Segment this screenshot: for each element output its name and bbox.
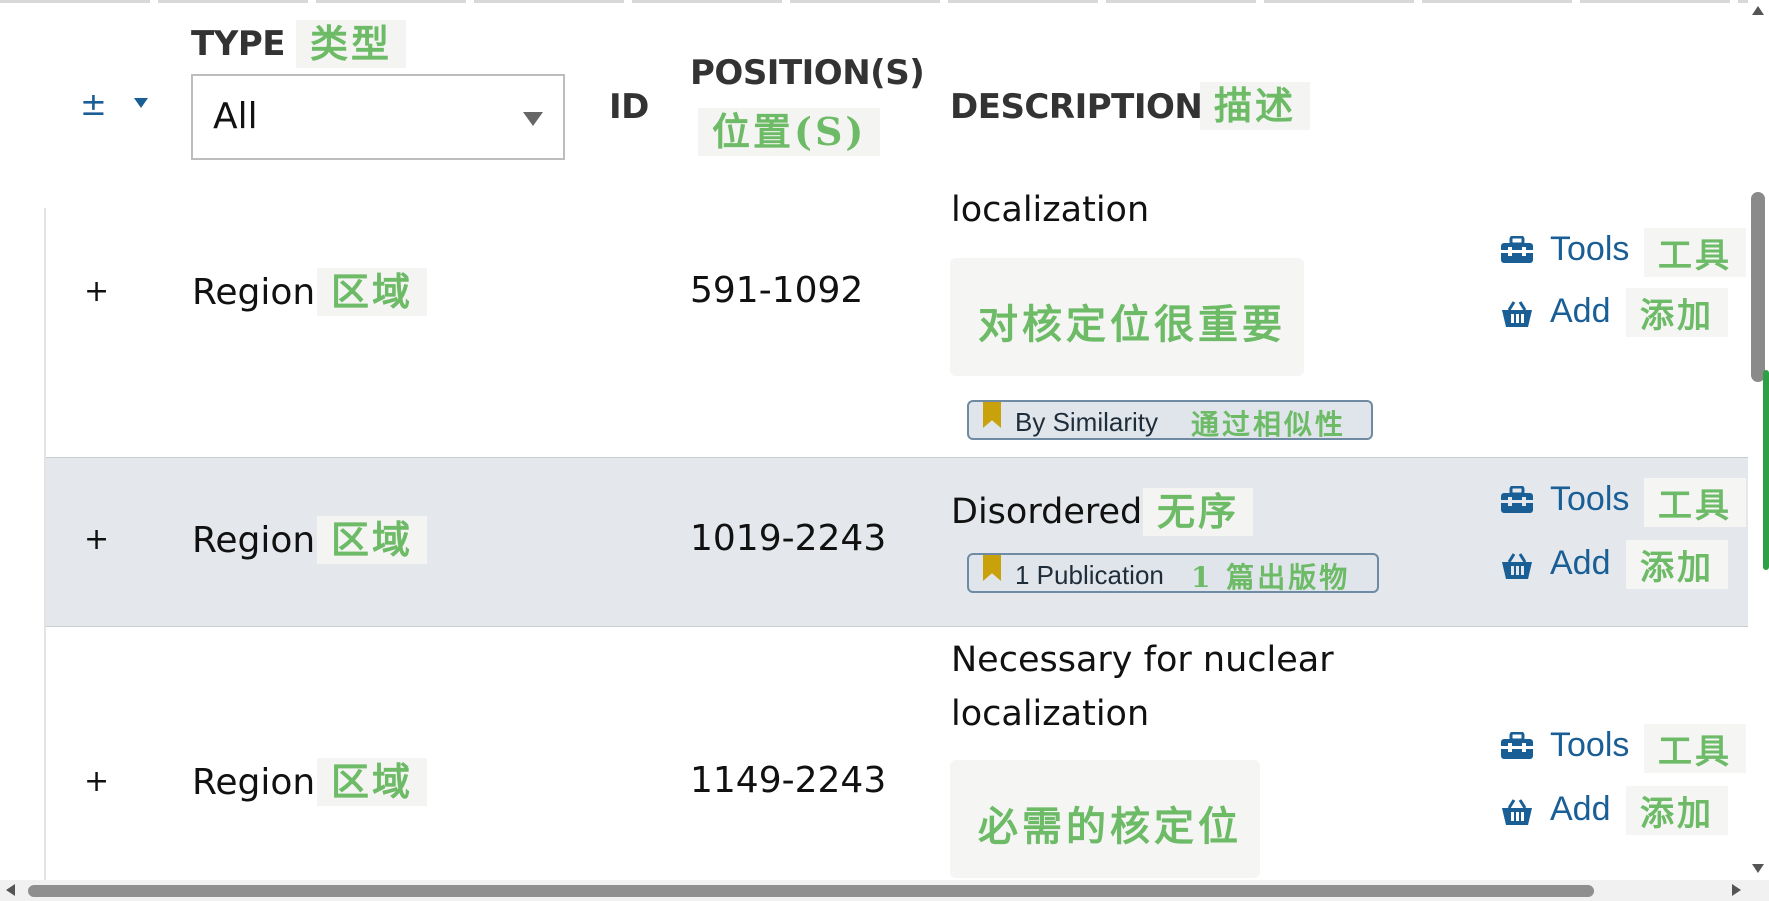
table-row: + Region 区域 1149-2243 Necessary for nucl… bbox=[46, 626, 1746, 880]
add-label: Add bbox=[1550, 790, 1611, 828]
row-description-zh: 无序 bbox=[1143, 488, 1254, 536]
add-button[interactable]: Add 添加 bbox=[1498, 288, 1769, 337]
tools-button[interactable]: Tools 工具 bbox=[1498, 478, 1769, 527]
chevron-down-icon bbox=[523, 112, 543, 126]
bookmark-icon bbox=[983, 555, 1001, 581]
add-label-zh: 添加 bbox=[1626, 786, 1728, 835]
basket-icon bbox=[1500, 300, 1534, 328]
row-description-line: Necessary for nuclear bbox=[951, 640, 1334, 680]
row-type: Region bbox=[192, 520, 316, 561]
row-type-zh: 区域 bbox=[317, 268, 428, 316]
tools-label-zh: 工具 bbox=[1644, 724, 1746, 773]
basket-icon bbox=[1500, 552, 1534, 580]
add-label: Add bbox=[1550, 292, 1611, 330]
vertical-scrollbar-thumb[interactable] bbox=[1751, 192, 1765, 382]
expand-all-toggle[interactable]: ± bbox=[80, 85, 148, 123]
expand-all-icon: ± bbox=[80, 85, 107, 123]
bookmark-icon bbox=[983, 402, 1001, 428]
tools-label: Tools bbox=[1550, 480, 1630, 518]
evidence-tag-label: 1 Publication bbox=[1015, 560, 1164, 590]
dropdown-arrow-icon bbox=[134, 98, 148, 108]
row-description-line: Disordered bbox=[951, 492, 1143, 532]
scroll-position-marker bbox=[1763, 370, 1769, 570]
add-button[interactable]: Add 添加 bbox=[1498, 786, 1746, 835]
scroll-up-arrow-icon[interactable] bbox=[1752, 6, 1764, 15]
toolbox-icon bbox=[1500, 731, 1534, 760]
row-type: Region bbox=[192, 272, 316, 313]
add-label: Add bbox=[1550, 544, 1611, 582]
horizontal-scrollbar-thumb[interactable] bbox=[28, 885, 1594, 897]
table-row: + Region 区域 591-1092 localization 对核定位很重… bbox=[46, 190, 1746, 456]
table-row-highlighted: + Region 区域 1019-2243 Disordered 无序 1 Pu… bbox=[46, 457, 1749, 627]
row-expand-button[interactable]: + bbox=[84, 764, 109, 799]
scroll-down-arrow-icon[interactable] bbox=[1752, 864, 1764, 873]
add-label-zh: 添加 bbox=[1626, 540, 1728, 589]
description-column-header: DESCRIPTION bbox=[950, 87, 1203, 127]
evidence-tag-label-zh: 通过相似性 bbox=[1191, 408, 1347, 441]
toolbox-icon bbox=[1500, 235, 1534, 264]
description-column-header-zh: 描述 bbox=[1200, 82, 1311, 130]
add-button[interactable]: Add 添加 bbox=[1498, 540, 1769, 589]
type-filter-select[interactable]: All bbox=[191, 74, 565, 160]
row-expand-button[interactable]: + bbox=[84, 274, 109, 309]
row-type: Region bbox=[192, 762, 316, 803]
position-column-header-zh: 位置(S) bbox=[698, 108, 881, 156]
row-position: 1019-2243 bbox=[690, 518, 887, 559]
row-type-zh: 区域 bbox=[317, 758, 428, 806]
tools-label-zh: 工具 bbox=[1644, 228, 1746, 277]
row-type-zh: 区域 bbox=[317, 516, 428, 564]
basket-icon bbox=[1500, 798, 1534, 826]
row-position: 1149-2243 bbox=[690, 760, 887, 801]
row-expand-button[interactable]: + bbox=[84, 522, 109, 557]
evidence-tag-label: By Similarity bbox=[1015, 407, 1159, 437]
type-filter-value: All bbox=[213, 96, 258, 137]
row-description-line: localization bbox=[951, 694, 1150, 734]
tools-label: Tools bbox=[1550, 230, 1630, 268]
id-column-header: ID bbox=[609, 87, 649, 127]
top-border bbox=[0, 0, 1769, 3]
tools-button[interactable]: Tools 工具 bbox=[1498, 228, 1769, 277]
tools-label: Tools bbox=[1550, 726, 1630, 764]
row-description-zh: 必需的核定位 bbox=[950, 760, 1260, 878]
type-column-header: TYPE bbox=[191, 24, 285, 64]
add-label-zh: 添加 bbox=[1626, 288, 1728, 337]
scroll-right-arrow-icon[interactable] bbox=[1732, 884, 1741, 896]
row-description-zh: 对核定位很重要 bbox=[950, 258, 1304, 376]
position-column-header: POSITION(S) bbox=[690, 53, 925, 93]
evidence-tag[interactable]: 1 Publication 1 篇出版物 bbox=[967, 553, 1379, 594]
toolbox-icon bbox=[1500, 485, 1534, 514]
tools-button[interactable]: Tools 工具 bbox=[1498, 724, 1746, 773]
row-description-line: localization bbox=[951, 190, 1150, 230]
scroll-left-arrow-icon[interactable] bbox=[6, 884, 15, 896]
row-position: 591-1092 bbox=[690, 270, 864, 311]
evidence-tag[interactable]: By Similarity 通过相似性 bbox=[967, 400, 1373, 441]
evidence-tag-label-zh: 1 篇出版物 bbox=[1191, 561, 1351, 594]
type-column-header-zh: 类型 bbox=[296, 20, 407, 68]
tools-label-zh: 工具 bbox=[1644, 478, 1746, 527]
